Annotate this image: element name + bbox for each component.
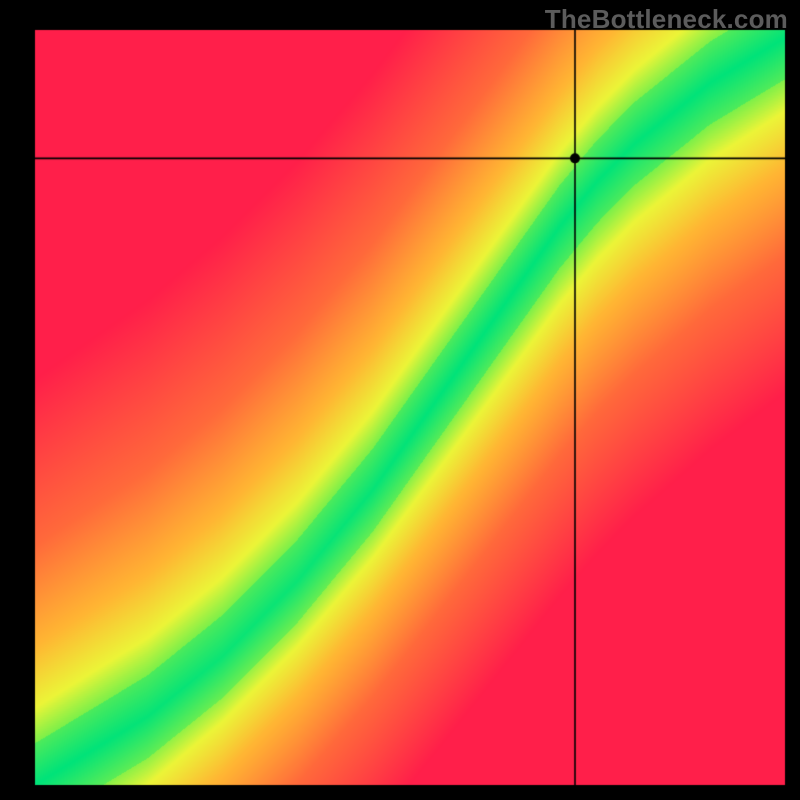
chart-container: TheBottleneck.com: [0, 0, 800, 800]
bottleneck-heatmap: [0, 0, 800, 800]
